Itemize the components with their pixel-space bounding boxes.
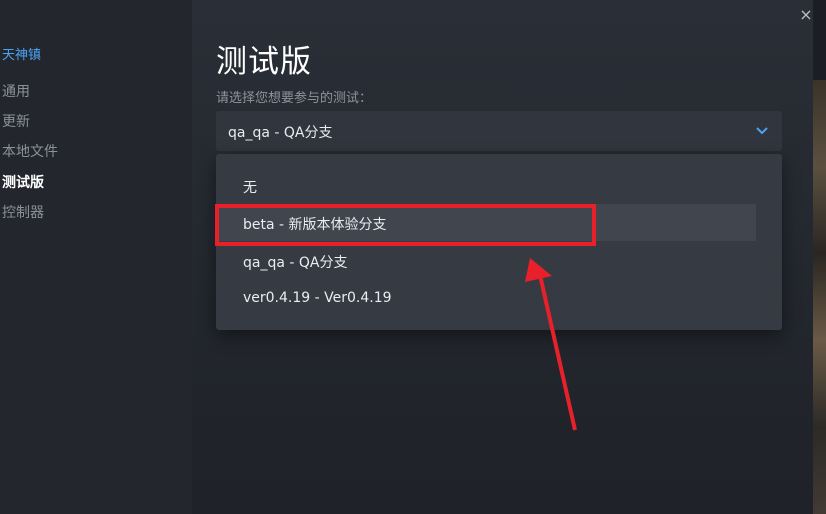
- sidebar-item-betas[interactable]: 测试版: [2, 172, 44, 192]
- annotation-highlight-box: [215, 204, 596, 246]
- option-ver0419[interactable]: ver0.4.19 - Ver0.4.19: [216, 280, 756, 317]
- background-game-art: [813, 80, 826, 514]
- sidebar-item-local-files[interactable]: 本地文件: [2, 141, 58, 161]
- game-title: 天神镇: [2, 48, 42, 63]
- beta-select[interactable]: qa_qa - QA分支: [216, 111, 782, 151]
- option-label: qa_qa - QA分支: [243, 255, 348, 271]
- option-label: ver0.4.19 - Ver0.4.19: [243, 290, 392, 306]
- sidebar: 天神镇 通用 更新 本地文件 测试版 控制器: [0, 0, 192, 514]
- option-label: 无: [243, 180, 257, 196]
- subtitle: 请选择您想要参与的测试：: [216, 91, 373, 106]
- option-none[interactable]: 无: [216, 167, 756, 204]
- sidebar-item-controller[interactable]: 控制器: [2, 202, 44, 222]
- page-title: 测试版: [216, 44, 312, 80]
- option-qa[interactable]: qa_qa - QA分支: [216, 242, 756, 279]
- sidebar-item-updates[interactable]: 更新: [2, 111, 30, 131]
- beta-select-value: qa_qa - QA分支: [228, 125, 333, 141]
- sidebar-item-general[interactable]: 通用: [2, 81, 30, 101]
- chevron-down-icon: [756, 127, 768, 135]
- close-icon[interactable]: ×: [797, 6, 815, 24]
